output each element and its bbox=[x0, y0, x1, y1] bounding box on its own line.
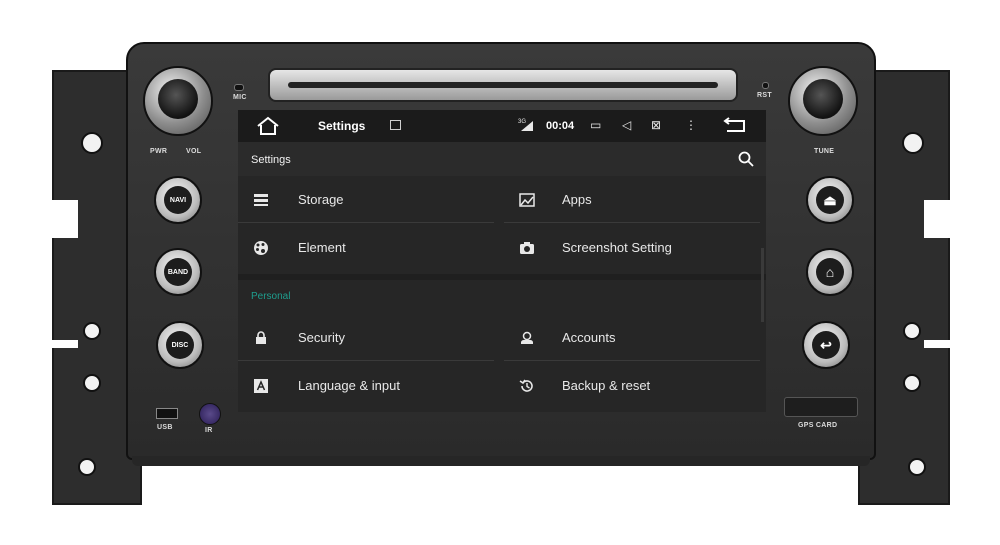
settings-item-element[interactable]: Element bbox=[238, 225, 500, 271]
lock-icon bbox=[252, 330, 270, 346]
gps-card-label: GPS CARD bbox=[798, 422, 838, 429]
rst-label: RST bbox=[757, 92, 772, 99]
usb-port bbox=[156, 408, 178, 419]
settings-item-label: Language & input bbox=[298, 378, 400, 393]
back-icon[interactable] bbox=[722, 117, 748, 135]
settings-item-language-input[interactable]: Language & input bbox=[238, 363, 500, 409]
page-title: Settings bbox=[251, 154, 291, 166]
volume-icon[interactable]: ◁ bbox=[622, 118, 631, 132]
language-icon bbox=[252, 378, 270, 394]
bracket-hole bbox=[903, 374, 921, 392]
apps-icon bbox=[518, 192, 536, 208]
settings-item-apps[interactable]: Apps bbox=[504, 177, 766, 223]
settings-item-label: Element bbox=[298, 240, 346, 255]
hardware-back-button[interactable]: ↩ bbox=[802, 321, 850, 369]
home-icon: ⌂ bbox=[816, 258, 844, 286]
palette-icon bbox=[252, 240, 270, 256]
disc-button-label: DISC bbox=[166, 331, 194, 359]
eject-button[interactable]: ⏏ bbox=[806, 176, 854, 224]
settings-toolbar: Settings bbox=[238, 142, 766, 176]
vol-label: VOL bbox=[186, 148, 202, 155]
settings-item-label: Storage bbox=[298, 192, 344, 207]
bracket-hole bbox=[903, 322, 921, 340]
home-icon[interactable] bbox=[256, 116, 280, 136]
cd-slot bbox=[268, 68, 738, 102]
account-icon bbox=[518, 330, 536, 346]
section-header-personal: Personal bbox=[251, 291, 291, 302]
radio-icon[interactable]: ▭ bbox=[590, 118, 601, 132]
storage-icon bbox=[252, 192, 270, 208]
volume-knob[interactable] bbox=[143, 66, 213, 136]
usb-label: USB bbox=[157, 424, 173, 431]
android-screen: Settings 3G 00:04 ▭ ◁ ⊠ ⋮ Settings Stora… bbox=[238, 110, 766, 412]
disc-button[interactable]: DISC bbox=[156, 321, 204, 369]
bracket-hole bbox=[78, 458, 96, 476]
settings-item-label: Security bbox=[298, 330, 345, 345]
band-button[interactable]: BAND bbox=[154, 248, 202, 296]
navi-button[interactable]: NAVI bbox=[154, 176, 202, 224]
tune-label: TUNE bbox=[814, 148, 835, 155]
band-button-label: BAND bbox=[164, 258, 192, 286]
tune-knob[interactable] bbox=[788, 66, 858, 136]
hardware-home-button[interactable]: ⌂ bbox=[806, 248, 854, 296]
status-bar: Settings 3G 00:04 ▭ ◁ ⊠ ⋮ bbox=[238, 110, 766, 142]
settings-item-accounts[interactable]: Accounts bbox=[504, 315, 766, 361]
eject-icon: ⏏ bbox=[816, 186, 844, 214]
bracket-hole bbox=[908, 458, 926, 476]
settings-item-label: Backup & reset bbox=[562, 378, 651, 393]
section-divider bbox=[238, 274, 766, 280]
settings-item-label: Apps bbox=[562, 192, 592, 207]
reset-hole bbox=[762, 82, 769, 89]
settings-item-label: Screenshot Setting bbox=[562, 240, 672, 255]
navi-button-label: NAVI bbox=[164, 186, 192, 214]
settings-item-label: Accounts bbox=[562, 330, 616, 345]
network-type-badge: 3G bbox=[518, 119, 527, 125]
settings-item-storage[interactable]: Storage bbox=[238, 177, 500, 223]
ir-label: IR bbox=[205, 427, 213, 434]
gps-card-slot bbox=[784, 397, 858, 417]
settings-item-backup-reset[interactable]: Backup & reset bbox=[504, 363, 766, 409]
clock: 00:04 bbox=[546, 120, 575, 132]
settings-item-security[interactable]: Security bbox=[238, 315, 500, 361]
mic-label: MIC bbox=[233, 94, 247, 101]
backup-icon bbox=[518, 378, 536, 394]
search-icon[interactable] bbox=[738, 151, 754, 167]
pwr-label: PWR bbox=[150, 148, 168, 155]
screenshot-icon[interactable]: ⊠ bbox=[651, 118, 661, 132]
camera-icon bbox=[518, 240, 536, 256]
bracket-notch bbox=[924, 200, 950, 238]
settings-item-screenshot-setting[interactable]: Screenshot Setting bbox=[504, 225, 766, 271]
back-icon: ↩ bbox=[812, 331, 840, 359]
bezel-bottom-edge bbox=[132, 456, 870, 466]
bracket-hole bbox=[902, 132, 924, 154]
bracket-notch bbox=[52, 340, 78, 348]
bracket-hole bbox=[81, 132, 103, 154]
app-title: Settings bbox=[318, 119, 366, 133]
more-options-icon[interactable]: ⋮ bbox=[685, 118, 697, 132]
mic-hole bbox=[234, 84, 244, 91]
bracket-hole bbox=[83, 322, 101, 340]
bracket-hole bbox=[83, 374, 101, 392]
bracket-notch bbox=[924, 340, 950, 348]
ir-sensor bbox=[199, 403, 221, 425]
bracket-notch bbox=[52, 200, 78, 238]
picture-notification-icon bbox=[390, 120, 401, 130]
scrollbar[interactable] bbox=[761, 248, 764, 322]
